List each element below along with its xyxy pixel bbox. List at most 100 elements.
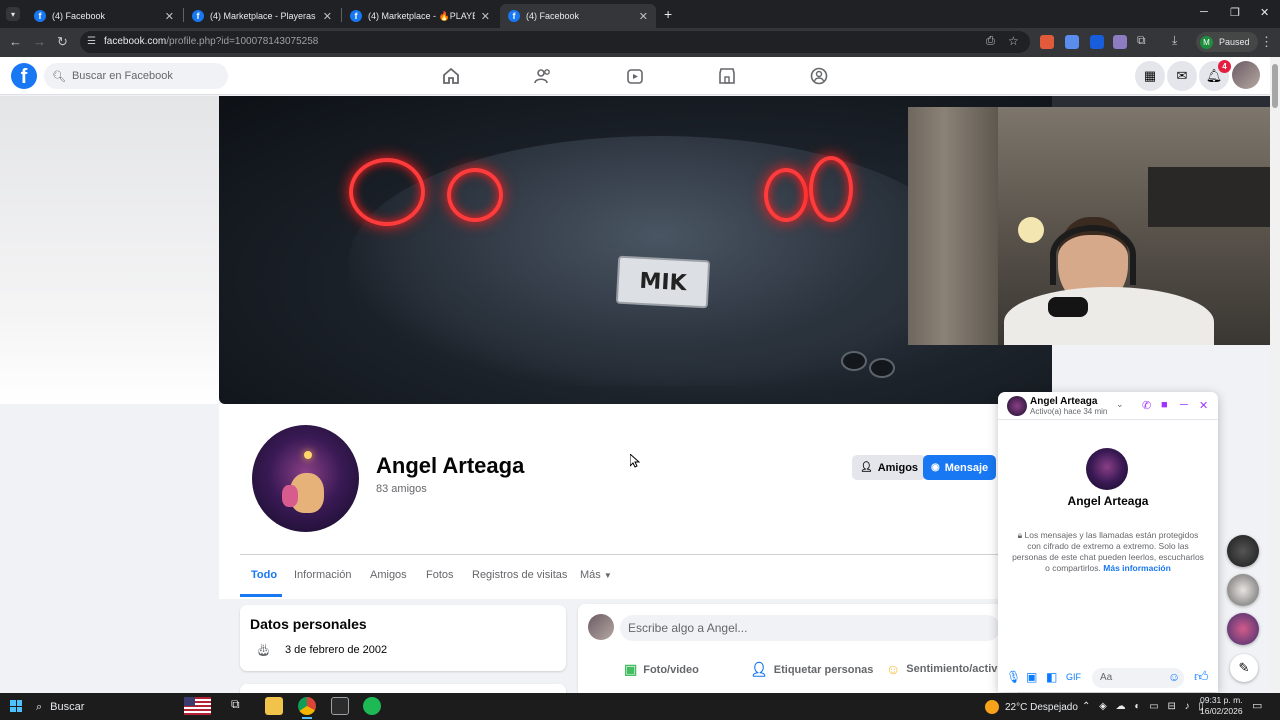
chevron-down-icon[interactable]: ⌄ <box>1116 399 1124 410</box>
home-icon[interactable] <box>441 66 461 86</box>
close-window-icon[interactable]: ✕ <box>1260 6 1269 19</box>
webcam-person-body <box>1004 287 1214 345</box>
video-icon[interactable] <box>625 66 645 86</box>
avatar-star <box>304 451 312 459</box>
tab-title: (4) Facebook <box>526 11 580 21</box>
spotify-icon[interactable] <box>363 697 381 715</box>
scrollbar-thumb[interactable] <box>1272 64 1278 108</box>
chat-head-bubble[interactable] <box>1227 574 1259 606</box>
facebook-logo[interactable]: f <box>11 63 37 89</box>
bitwarden-extension-icon[interactable] <box>1090 35 1104 49</box>
tab-todo[interactable]: Todo <box>251 569 277 581</box>
friends-icon[interactable] <box>533 66 553 86</box>
bookmark-star-icon[interactable]: ☆ <box>1008 34 1019 48</box>
chat-head-bubble[interactable] <box>1227 535 1259 567</box>
sticker-icon[interactable]: ◧ <box>1046 670 1057 684</box>
phone-call-icon[interactable]: ✆ <box>1142 399 1151 412</box>
downloads-icon[interactable]: ⤓ <box>1172 33 1186 47</box>
marketplace-icon[interactable] <box>717 66 737 86</box>
chat-header[interactable]: Angel Arteaga Activo(a) hace 34 min ⌄ ✆ … <box>998 392 1218 420</box>
page-scrollbar[interactable] <box>1270 57 1280 693</box>
forward-arrow-icon[interactable]: → <box>33 34 46 49</box>
more-info-link[interactable]: Más información <box>1103 563 1171 573</box>
profile-picture[interactable] <box>249 422 362 535</box>
video-call-icon[interactable]: ■ <box>1161 399 1168 411</box>
tab-mas[interactable]: Más ▼ <box>580 569 612 581</box>
close-tab-icon[interactable]: ✕ <box>639 10 648 23</box>
chat-window[interactable]: Angel Arteaga Activo(a) hace 34 min ⌄ ✆ … <box>998 392 1218 692</box>
image-icon[interactable]: ▣ <box>1026 670 1037 684</box>
restore-window-icon[interactable]: ❐ <box>1230 6 1240 19</box>
close-tab-icon[interactable]: ✕ <box>481 10 490 23</box>
profile-paused-button[interactable]: M Paused <box>1196 32 1258 52</box>
taskbar-search-label: Buscar <box>50 701 85 713</box>
tab-title: (4) Marketplace - 🔥PLAYERAS <box>368 10 475 21</box>
search-placeholder: Buscar en Facebook <box>71 70 173 82</box>
composer-input[interactable]: Escribe algo a Angel... <box>620 615 1000 641</box>
windows-start-icon[interactable] <box>10 700 22 712</box>
friends-button[interactable]: 👤︎ Amigos <box>852 455 927 480</box>
friends-count-link[interactable]: 83 amigos <box>376 483 427 495</box>
tag-people-button[interactable]: 👤︎ Etiquetar personas <box>750 661 873 678</box>
system-clock[interactable]: 09:31 p. m. 16/02/2026 <box>1200 695 1243 717</box>
chrome-icon[interactable] <box>298 697 316 715</box>
tab-fotos[interactable]: Fotos <box>426 569 454 581</box>
tag-people-label: Etiquetar personas <box>773 663 874 676</box>
emoji-icon[interactable]: ☺ <box>1168 670 1180 684</box>
search-input[interactable]: 🔍︎ Buscar en Facebook <box>44 63 228 89</box>
url-host: facebook.com <box>104 36 167 47</box>
system-tray-icons[interactable]: ⌃ ◈ ☁ ◐ ▭ ⊟ ♪ ▯ <box>1082 701 1207 712</box>
active-app-indicator <box>302 717 312 719</box>
notification-center-icon[interactable]: ▭ <box>1252 699 1262 712</box>
facebook-favicon-icon: f <box>508 10 520 22</box>
browser-tab[interactable]: f (4) Marketplace - Playeras calid ✕ <box>184 4 340 28</box>
file-explorer-icon[interactable] <box>265 697 283 715</box>
like-thumb-icon[interactable]: 👍︎ <box>1194 668 1209 685</box>
close-tab-icon[interactable]: ✕ <box>165 10 174 23</box>
weather-widget[interactable]: 22°C Despejado <box>985 700 1078 714</box>
cover-left-background <box>0 96 219 404</box>
menu-grid-icon[interactable]: ▦ <box>1135 61 1165 91</box>
new-tab-button[interactable]: + <box>664 6 672 22</box>
tab-search-icon[interactable]: ▾ <box>6 7 20 21</box>
feeling-activity-button[interactable]: ☺ Sentimiento/activid <box>886 661 1007 677</box>
microphone-icon[interactable]: 🎙︎ <box>1006 670 1021 684</box>
chat-head-bubble[interactable] <box>1227 613 1259 645</box>
tab-informacion[interactable]: Información <box>294 569 351 581</box>
tab-amigos[interactable]: Amigos <box>370 569 407 581</box>
gif-icon[interactable]: GIF <box>1066 672 1081 682</box>
minimize-window-icon[interactable]: ─ <box>1200 6 1208 18</box>
back-arrow-icon[interactable]: ← <box>9 34 22 49</box>
extension-icon[interactable] <box>1113 35 1127 49</box>
address-bar[interactable]: ☰ facebook.com/profile.php?id=1000781430… <box>80 31 1030 53</box>
reload-icon[interactable]: ↻ <box>57 34 68 50</box>
webcam-headphones <box>1050 225 1136 285</box>
messenger-icon[interactable]: ✉ <box>1167 61 1197 91</box>
install-app-icon[interactable]: ⎙ <box>986 35 995 48</box>
profile-avatar-letter: M <box>1200 35 1213 49</box>
browser-menu-icon[interactable]: ⋮ <box>1260 34 1273 50</box>
extension-icon[interactable] <box>1040 35 1054 49</box>
chat-profile-name: Angel Arteaga <box>1067 494 1149 508</box>
browser-tab[interactable]: f (4) Facebook ✕ <box>26 4 182 28</box>
personal-data-title: Datos personales <box>250 616 367 632</box>
account-avatar[interactable] <box>1232 61 1260 89</box>
encryption-notice: 🔒︎ Los mensajes y las llamadas están pro… <box>1012 530 1204 574</box>
tab-registros-de-visitas[interactable]: Registros de visitas <box>472 569 567 581</box>
message-button[interactable]: ◉ Mensaje <box>923 455 997 480</box>
browser-tab-active[interactable]: f (4) Facebook ✕ <box>500 4 656 28</box>
task-view-icon[interactable]: ⧉ <box>231 697 249 715</box>
taillight <box>447 168 503 222</box>
extensions-puzzle-icon[interactable]: ⧉ <box>1137 33 1151 47</box>
browser-tab[interactable]: f (4) Marketplace - 🔥PLAYERAS ✕ <box>342 4 498 28</box>
groups-icon[interactable] <box>809 66 829 86</box>
close-tab-icon[interactable]: ✕ <box>323 10 332 23</box>
translate-extension-icon[interactable] <box>1065 35 1079 49</box>
close-chat-icon[interactable]: ✕ <box>1199 399 1208 412</box>
app-icon[interactable] <box>331 697 349 715</box>
weather-text: 22°C Despejado <box>1005 701 1078 713</box>
minimize-chat-icon[interactable]: ─ <box>1180 399 1188 411</box>
new-message-icon[interactable]: ✎ <box>1230 654 1258 682</box>
site-info-icon[interactable]: ☰ <box>87 36 96 47</box>
photo-video-button[interactable]: ▣ Foto/video <box>624 661 699 678</box>
